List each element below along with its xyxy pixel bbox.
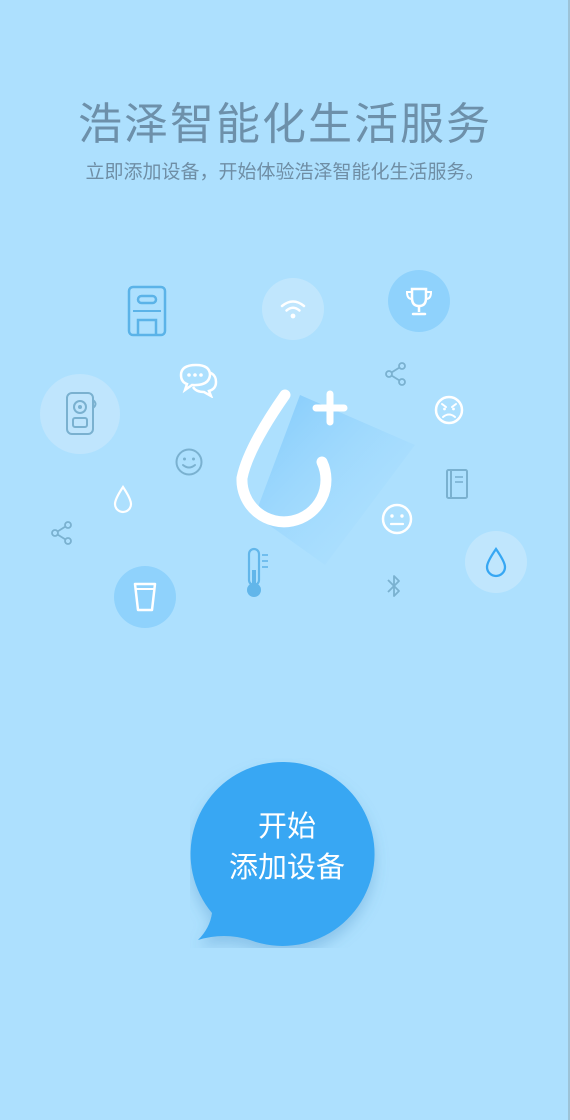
water-cup-icon: [131, 580, 159, 614]
start-add-device-label[interactable]: 开始 添加设备: [196, 806, 378, 888]
trophy-icon: [404, 286, 434, 318]
page-title: 浩泽智能化生活服务: [78, 99, 492, 150]
water-drop-icon: [112, 484, 134, 514]
cta-line-1: 开始: [257, 809, 316, 843]
page-subtitle: 立即添加设备，开始体验浩泽智能化生活服务。: [85, 161, 485, 183]
water-purifier-icon: [124, 284, 170, 338]
air-purifier-icon: [62, 390, 100, 438]
share-icon: [50, 520, 74, 546]
cta-line-2: 添加设备: [228, 850, 345, 884]
angry-face-icon: [433, 394, 465, 426]
wifi-icon: [279, 298, 307, 320]
add-device-drop-icon: [180, 360, 420, 580]
book-icon: [444, 467, 470, 501]
water-drop-icon: [484, 546, 508, 578]
